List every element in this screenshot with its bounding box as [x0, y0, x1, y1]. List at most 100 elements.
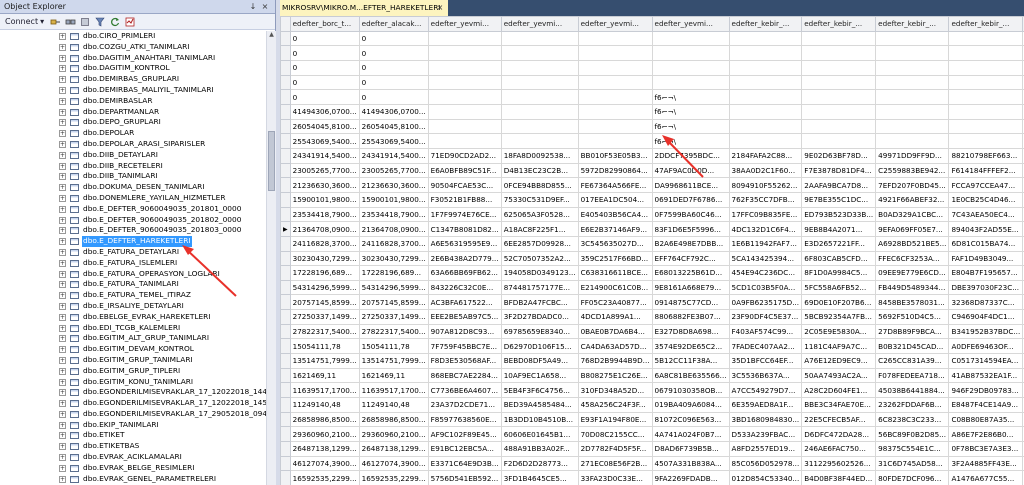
- expand-icon[interactable]: +: [59, 140, 66, 148]
- table-cell[interactable]: 2184FAFA2C88...: [728, 147, 803, 164]
- scrollbar-thumb[interactable]: [268, 131, 275, 191]
- table-cell[interactable]: C0517314594EA...: [948, 353, 1024, 369]
- row-header[interactable]: [280, 397, 291, 413]
- table-cell[interactable]: 18FA8D0092538...: [500, 147, 579, 164]
- table-cell[interactable]: [948, 89, 1024, 105]
- table-cell[interactable]: 9EFA069FF05E7...: [875, 221, 950, 237]
- row-header[interactable]: [280, 118, 291, 135]
- expand-icon[interactable]: +: [59, 194, 66, 202]
- expand-icon[interactable]: +: [59, 443, 66, 451]
- table-row[interactable]: 54314296,5999... 54314296,5999... 843226C3…: [280, 279, 1024, 296]
- table-cell[interactable]: 019BA409A6084...: [651, 397, 730, 413]
- tree-item[interactable]: + dbo.E_FATURA_DETAYLARI: [0, 247, 266, 258]
- tree-item[interactable]: + dbo.DIIB_DETAYLARI: [0, 150, 266, 161]
- expand-icon[interactable]: +: [59, 238, 66, 246]
- tree-item[interactable]: + dbo.EGITIM_KONU_TANIMLARI: [0, 377, 266, 388]
- table-row[interactable]: 26054045,8100...26054045,8100...f6⌐¬\1: [280, 118, 1024, 135]
- row-header[interactable]: [280, 162, 291, 179]
- table-cell[interactable]: 3574E92DE65C2...: [651, 338, 730, 355]
- tree-item[interactable]: + dbo.CIRO_PRIMLERI: [0, 31, 266, 42]
- table-cell[interactable]: 1181C4AF9A7C...: [801, 338, 877, 355]
- table-cell[interactable]: 0: [289, 30, 360, 47]
- table-cell[interactable]: 11639517,1700...: [289, 382, 360, 399]
- row-header[interactable]: [280, 147, 291, 164]
- table-cell[interactable]: [728, 89, 803, 105]
- table-cell[interactable]: 0: [289, 45, 360, 61]
- tree-item[interactable]: + dbo.DEPARTMANLAR: [0, 107, 266, 118]
- tree-item[interactable]: + dbo.E_DEFTER_9060049035_201801_0000: [0, 204, 266, 215]
- table-cell[interactable]: 4507A331B838A...: [651, 455, 730, 472]
- table-cell[interactable]: EFF764CF792C...: [651, 250, 730, 267]
- table-row[interactable]: 11639517,1700... 11639517,1700... C7736BE6…: [280, 382, 1024, 399]
- row-header[interactable]: [280, 411, 291, 428]
- table-cell[interactable]: 6C8238C3C233...: [875, 411, 950, 428]
- table-row[interactable]: 41494306,0700...41494306,0700...f6⌐¬\1: [280, 103, 1024, 120]
- table-cell[interactable]: 24341914,5400...: [358, 147, 429, 164]
- table-row[interactable]: 001: [280, 45, 1024, 61]
- table-cell[interactable]: 30230430,7299...: [289, 250, 360, 267]
- tree-item[interactable]: + dbo.E_FATURA_ISLEMLERI: [0, 258, 266, 269]
- table-cell[interactable]: 454E94C236DC...: [728, 265, 803, 281]
- table-cell[interactable]: 0: [358, 59, 429, 76]
- table-cell[interactable]: A18AC8F225F1...: [500, 221, 579, 237]
- table-cell[interactable]: 31C6D745AD58...: [875, 455, 950, 472]
- table-cell[interactable]: 29360960,2100...: [289, 426, 360, 443]
- table-cell[interactable]: 25543069,5400...: [358, 133, 429, 149]
- table-cell[interactable]: BB010F53E05B3...: [577, 147, 653, 164]
- table-cell[interactable]: 27250337,1499...: [289, 309, 360, 325]
- expand-icon[interactable]: +: [59, 33, 66, 40]
- table-cell[interactable]: E804B7F195657...: [948, 265, 1024, 281]
- table-cell[interactable]: 0BAE0B7DA6B4...: [577, 323, 653, 340]
- table-cell[interactable]: f6⌐¬\: [651, 133, 730, 149]
- tree-item[interactable]: + dbo.EBELGE_EVRAK_HAREKETLERI: [0, 312, 266, 323]
- table-cell[interactable]: 0: [289, 59, 360, 76]
- table-cell[interactable]: A0DFE69463OF...: [948, 338, 1024, 355]
- row-header[interactable]: [280, 191, 291, 208]
- expand-icon[interactable]: +: [59, 421, 66, 429]
- tree-item[interactable]: + dbo.COZGU_ATKI_TANIMLARI: [0, 42, 266, 53]
- table-cell[interactable]: 25543069,5400...: [289, 133, 360, 149]
- table-cell[interactable]: 26487138,1299...: [358, 441, 429, 457]
- table-cell[interactable]: [875, 45, 950, 61]
- table-cell[interactable]: CA4DA63AD57D...: [577, 338, 653, 355]
- table-cell[interactable]: [500, 45, 579, 61]
- table-cell[interactable]: B4D0BF38F44ED...: [801, 470, 877, 485]
- table-cell[interactable]: 271EC08E56F2B...: [577, 455, 653, 472]
- tree-item[interactable]: + dbo.EVRAK_ACIKLAMALARI: [0, 452, 266, 463]
- table-cell[interactable]: [728, 103, 803, 120]
- close-icon[interactable]: ×: [260, 2, 270, 12]
- table-cell[interactable]: [500, 30, 579, 47]
- row-header[interactable]: [280, 177, 291, 193]
- table-cell[interactable]: 22E5CFECB5AF...: [801, 411, 877, 428]
- table-cell[interactable]: 0: [358, 89, 429, 105]
- table-cell[interactable]: E6A0BFB89C51F...: [427, 162, 502, 179]
- pin-icon[interactable]: ↓: [248, 2, 258, 12]
- table-cell[interactable]: 1B3DD10B4510B...: [500, 411, 579, 428]
- table-cell[interactable]: [875, 30, 950, 47]
- expand-icon[interactable]: +: [59, 248, 66, 256]
- table-cell[interactable]: 09EE9E779E6CD...: [875, 265, 950, 281]
- table-cell[interactable]: 06791030358OB...: [651, 382, 730, 399]
- table-cell[interactable]: 49971DD9FF9D...: [875, 147, 950, 164]
- table-cell[interactable]: C265CC831A39...: [875, 353, 950, 369]
- table-cell[interactable]: F7E3878D81DF4...: [801, 162, 877, 179]
- table-cell[interactable]: 458A256C24F3F...: [577, 397, 653, 413]
- table-cell[interactable]: 23534418,7900...: [358, 206, 429, 223]
- table-cell[interactable]: 3FD1B4645CE5...: [500, 470, 579, 485]
- table-cell[interactable]: [875, 118, 950, 135]
- row-header[interactable]: [280, 30, 291, 47]
- table-cell[interactable]: 13514751,7999...: [358, 353, 429, 369]
- table-cell[interactable]: D4B13EC23C2B...: [500, 162, 579, 179]
- table-cell[interactable]: [577, 45, 653, 61]
- tree-item[interactable]: + dbo.EKIP_TANIMLARI: [0, 420, 266, 431]
- disconnect-icon[interactable]: [64, 16, 76, 28]
- table-cell[interactable]: F85977638560E...: [427, 411, 502, 428]
- table-cell[interactable]: [801, 133, 877, 149]
- tree-item[interactable]: + dbo.DONEMLERE_YAYILAN_HIZMETLER: [0, 193, 266, 204]
- table-cell[interactable]: 0F78BC3E7A3E3...: [948, 441, 1024, 457]
- table-cell[interactable]: 21236630,3600...: [358, 177, 429, 193]
- table-cell[interactable]: 2AAFA9BCA7D8...: [801, 177, 877, 193]
- table-cell[interactable]: [500, 59, 579, 76]
- expand-icon[interactable]: +: [59, 173, 66, 181]
- tree-item[interactable]: + dbo.E_DEFTER_9060049035_201803_0000: [0, 225, 266, 236]
